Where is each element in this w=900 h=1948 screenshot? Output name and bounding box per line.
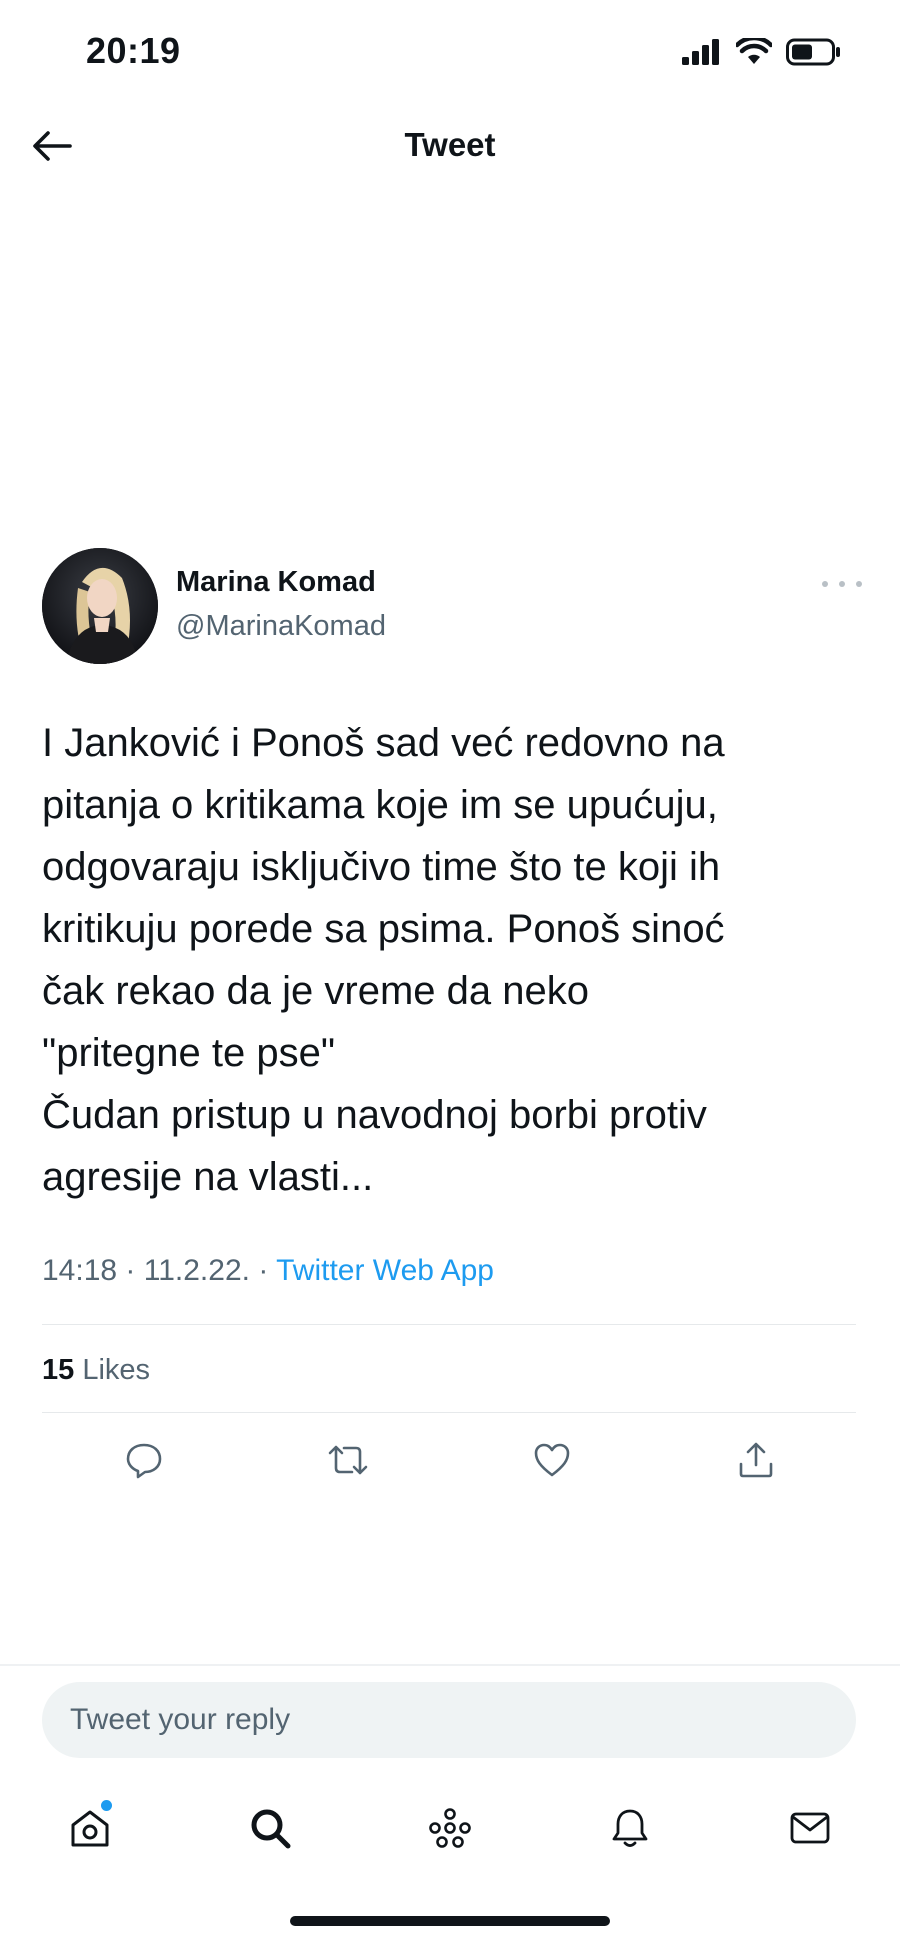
more-dot-icon <box>839 581 845 587</box>
reply-icon <box>126 1443 162 1479</box>
wifi-icon <box>736 38 772 64</box>
reply-input[interactable] <box>42 1682 856 1758</box>
avatar[interactable] <box>42 548 158 664</box>
tweet-text: I Janković i Ponoš sad već redovno na pi… <box>42 721 725 1199</box>
reply-button[interactable] <box>116 1432 172 1488</box>
tab-home[interactable] <box>58 1796 122 1860</box>
home-indicator[interactable] <box>290 1916 610 1926</box>
header: Tweet <box>0 110 900 180</box>
status-time: 20:19 <box>86 30 181 71</box>
heart-icon <box>534 1443 570 1477</box>
tweet-time: 14:18 <box>42 1254 118 1287</box>
meta-separator: · <box>125 1254 136 1287</box>
tweet-actions <box>42 1432 856 1488</box>
tweet-meta: 14:18 · 11.2.22. · Twitter Web App <box>42 1254 494 1288</box>
home-icon <box>71 1810 109 1847</box>
notifications-icon <box>612 1809 648 1847</box>
retweet-icon <box>328 1445 368 1475</box>
tab-notifications[interactable] <box>598 1796 662 1860</box>
author-handle[interactable]: @MarinaKomad <box>176 610 386 643</box>
more-dot-icon <box>822 581 828 587</box>
messages-icon <box>790 1812 830 1844</box>
status-icons <box>682 34 842 70</box>
notification-dot <box>101 1800 112 1811</box>
tweet-author: Marina Komad @MarinaKomad <box>42 548 862 668</box>
page-title: Tweet <box>404 126 496 163</box>
retweet-button[interactable] <box>320 1432 376 1488</box>
tab-messages[interactable] <box>778 1796 842 1860</box>
status-bar: 20:19 <box>0 0 900 100</box>
cellular-signal-icon <box>682 39 719 65</box>
likes-number: 15 <box>42 1354 75 1386</box>
like-button[interactable] <box>524 1432 580 1488</box>
meta-separator: · <box>258 1254 269 1287</box>
likes-count[interactable]: 15 Likes <box>42 1354 150 1387</box>
more-options-button[interactable] <box>822 574 862 594</box>
share-icon <box>739 1442 773 1478</box>
tweet-source-link[interactable]: Twitter Web App <box>276 1254 494 1287</box>
tweet-date: 11.2.22. <box>143 1254 250 1287</box>
author-name[interactable]: Marina Komad <box>176 566 376 599</box>
battery-icon <box>786 38 840 66</box>
avatar-photo <box>42 548 158 664</box>
more-dot-icon <box>856 581 862 587</box>
tab-spaces[interactable] <box>418 1796 482 1860</box>
divider <box>42 1412 856 1413</box>
divider <box>42 1324 856 1325</box>
likes-label: Likes <box>82 1354 151 1386</box>
bottom-separator <box>0 1664 900 1666</box>
share-button[interactable] <box>728 1432 784 1488</box>
tab-search[interactable] <box>238 1796 302 1860</box>
spaces-icon <box>429 1808 471 1848</box>
tab-bar <box>0 1796 900 1860</box>
search-icon <box>251 1809 291 1849</box>
